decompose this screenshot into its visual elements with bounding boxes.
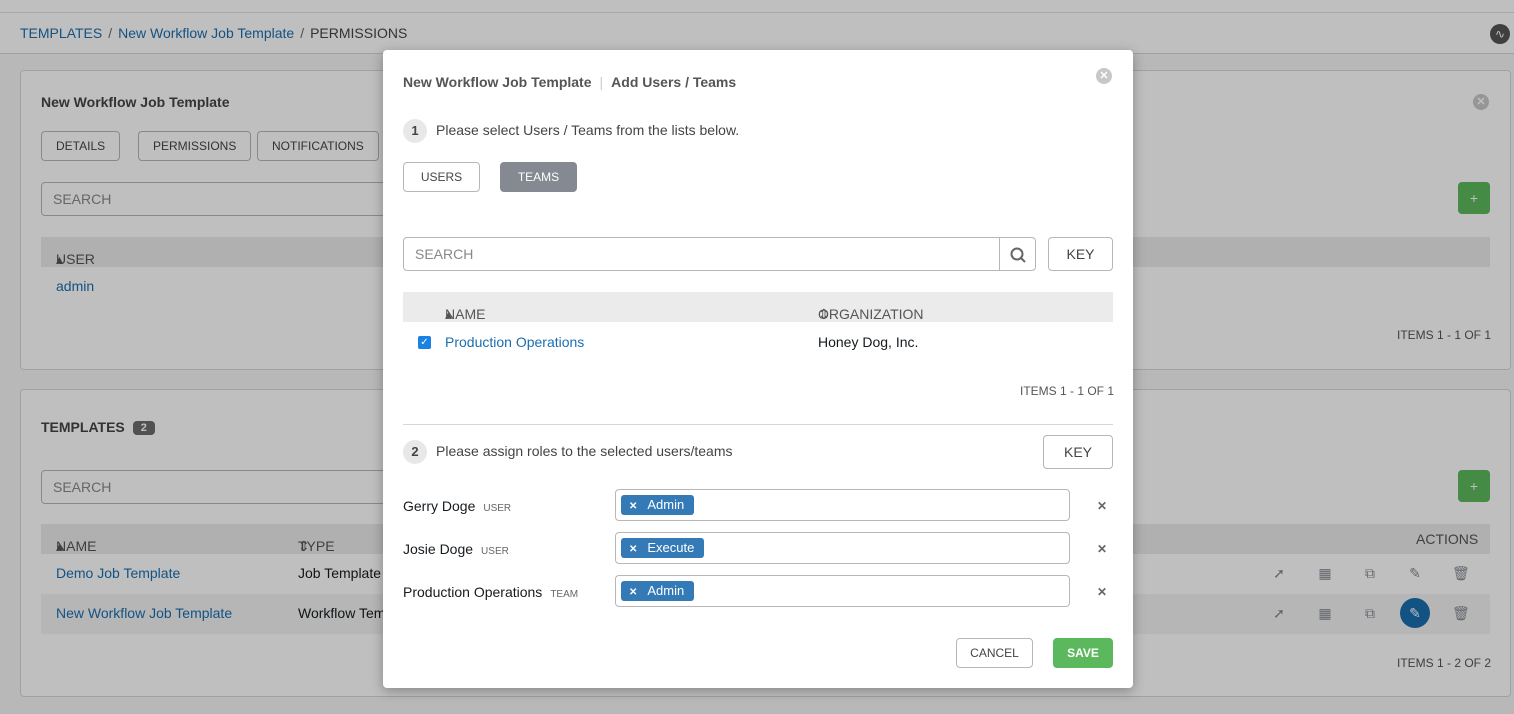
cancel-button[interactable]: CANCEL <box>956 638 1033 668</box>
search-input[interactable]: SEARCH <box>403 237 1000 271</box>
key-button[interactable]: KEY <box>1043 435 1113 469</box>
remove-tag-icon[interactable]: ✕ <box>629 587 637 598</box>
table-header: NAME ▴ ORGANIZATION ⇕ <box>403 292 1113 322</box>
modal-subtitle: Add Users / Teams <box>611 74 737 90</box>
row-checkbox[interactable]: ✓ <box>418 336 431 349</box>
role-select[interactable]: ✕ Admin <box>615 489 1070 521</box>
divider <box>403 424 1113 425</box>
step-1: 1 Please select Users / Teams from the li… <box>403 119 739 143</box>
search-button[interactable] <box>999 237 1036 271</box>
sort-icon: ⇕ <box>818 306 830 322</box>
assignment-name: Josie Doge USER <box>403 541 509 557</box>
step-text: Please assign roles to the selected user… <box>436 443 733 459</box>
organization-value: Honey Dog, Inc. <box>818 334 919 350</box>
close-icon[interactable]: ✕ <box>1096 68 1112 84</box>
users-toggle-button[interactable]: USERS <box>403 162 480 192</box>
remove-tag-icon[interactable]: ✕ <box>629 544 637 555</box>
items-count: ITEMS 1 - 1 OF 1 <box>1020 384 1115 398</box>
remove-assignment-icon[interactable]: ✕ <box>1096 500 1108 512</box>
role-tag: ✕ Admin <box>621 495 695 515</box>
assignment-type: USER <box>483 503 512 514</box>
search-icon <box>1010 247 1026 263</box>
key-button[interactable]: KEY <box>1048 237 1113 271</box>
remove-assignment-icon[interactable]: ✕ <box>1096 586 1108 598</box>
modal-title: New Workflow Job Template | Add Users / Te… <box>403 74 737 90</box>
step-2: 2 Please assign roles to the selected use… <box>403 440 733 464</box>
remove-tag-icon[interactable]: ✕ <box>629 501 637 512</box>
table-row: ✓ Production Operations Honey Dog, Inc. <box>403 326 1113 358</box>
teams-toggle-button[interactable]: TEAMS <box>500 162 577 192</box>
assignment-type: USER <box>481 546 509 557</box>
assignment-name: Production Operations TEAM <box>403 584 579 600</box>
sort-up-icon: ▴ <box>445 306 453 322</box>
step-number: 1 <box>403 119 427 143</box>
assignment-name: Gerry Doge USER <box>403 498 512 514</box>
assignment-type: TEAM <box>550 589 579 600</box>
save-button[interactable]: SAVE <box>1053 638 1113 668</box>
step-number: 2 <box>403 440 427 464</box>
role-tag: ✕ Execute <box>621 538 705 558</box>
step-text: Please select Users / Teams from the lis… <box>436 122 740 138</box>
remove-assignment-icon[interactable]: ✕ <box>1096 543 1108 555</box>
role-select[interactable]: ✕ Execute <box>615 532 1070 564</box>
role-select[interactable]: ✕ Admin <box>615 575 1070 607</box>
add-users-teams-modal: New Workflow Job Template | Add Users / Te… <box>383 50 1133 688</box>
team-link[interactable]: Production Operations <box>445 334 584 350</box>
role-tag: ✕ Admin <box>621 581 695 601</box>
